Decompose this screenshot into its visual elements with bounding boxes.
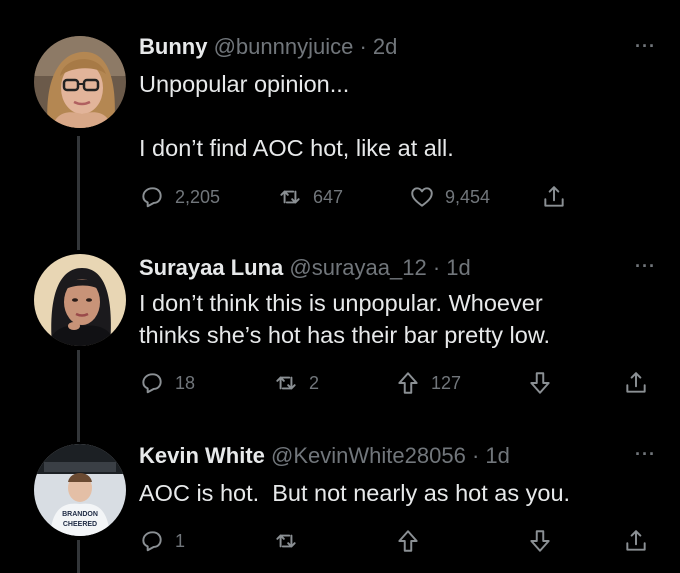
- share-button[interactable]: [623, 368, 649, 398]
- separator-dot: ·: [359, 34, 367, 59]
- tweet-bunny[interactable]: Bunny @bunnnyjuice · 2d ··· Unpopular op…: [0, 0, 680, 240]
- reply-count: 18: [175, 372, 196, 393]
- like-icon: [411, 187, 433, 207]
- tweet-header: Surayaa Luna @surayaa_12 · 1d: [139, 255, 471, 281]
- display-name[interactable]: Kevin White: [139, 443, 265, 468]
- action-bar: 18 2 127: [139, 368, 659, 398]
- share-icon: [626, 530, 646, 551]
- tweet-kevin[interactable]: BRANDON CHEERED Kevin White @KevinWhite2…: [0, 440, 680, 573]
- retweet-icon: [276, 534, 296, 548]
- upvote-button[interactable]: [395, 526, 421, 556]
- user-handle[interactable]: @surayaa_12: [289, 255, 426, 280]
- retweet-icon: [276, 376, 296, 390]
- user-handle[interactable]: @KevinWhite28056: [271, 443, 466, 468]
- action-bar: 2,205 647 9,454: [139, 182, 659, 212]
- downvote-button[interactable]: [527, 368, 553, 398]
- reply-icon: [142, 187, 162, 208]
- downvote-icon: [530, 372, 550, 394]
- display-name[interactable]: Bunny: [139, 34, 207, 59]
- share-icon: [544, 186, 564, 207]
- retweet-button[interactable]: 647: [277, 182, 343, 212]
- avatar[interactable]: [34, 36, 126, 128]
- share-icon: [626, 372, 646, 393]
- more-options-icon[interactable]: ···: [635, 256, 656, 277]
- like-count: 9,454: [445, 186, 491, 207]
- timestamp[interactable]: 1d: [485, 443, 509, 468]
- tweet-text: AOC is hot. But not nearly as hot as you…: [139, 480, 571, 506]
- upvote-icon: [398, 530, 418, 552]
- avatar-shirt-text: BRANDON: [62, 511, 98, 518]
- retweet-count: 2: [309, 372, 320, 393]
- share-button[interactable]: [623, 526, 649, 556]
- retweet-button[interactable]: [273, 526, 299, 556]
- action-bar: 1: [139, 526, 659, 556]
- reply-icon: [142, 373, 162, 394]
- upvote-button[interactable]: 127: [395, 368, 461, 398]
- upvote-count: 127: [431, 372, 462, 393]
- tweet-header: Bunny @bunnnyjuice · 2d: [139, 34, 397, 60]
- more-options-icon[interactable]: ···: [635, 36, 656, 57]
- avatar[interactable]: [34, 254, 126, 346]
- tweet-text: Unpopular opinion... I don’t find AOC ho…: [139, 71, 454, 161]
- tweet-header: Kevin White @KevinWhite28056 · 1d: [139, 443, 510, 469]
- retweet-icon: [280, 190, 300, 204]
- like-button[interactable]: 9,454: [409, 182, 490, 212]
- reply-button[interactable]: 18: [139, 368, 195, 398]
- upvote-icon: [398, 372, 418, 394]
- reply-button[interactable]: 1: [139, 526, 185, 556]
- avatar[interactable]: BRANDON CHEERED: [34, 444, 126, 536]
- timestamp[interactable]: 1d: [446, 255, 470, 280]
- reply-icon: [142, 531, 162, 552]
- retweet-count: 647: [313, 186, 344, 207]
- more-options-icon[interactable]: ···: [635, 444, 656, 465]
- reply-count: 1: [175, 530, 186, 551]
- reply-count: 2,205: [175, 186, 221, 207]
- separator-dot: ·: [471, 443, 480, 468]
- separator-dot: ·: [432, 255, 441, 280]
- timestamp[interactable]: 2d: [373, 34, 397, 59]
- downvote-button[interactable]: [527, 526, 553, 556]
- tweet-text: I don’t think this is unpopular. Whoever…: [139, 290, 551, 348]
- display-name[interactable]: Surayaa Luna: [139, 255, 283, 280]
- user-handle[interactable]: @bunnnyjuice: [214, 34, 354, 59]
- retweet-button[interactable]: 2: [273, 368, 319, 398]
- avatar-shirt-text: CHEERED: [63, 521, 97, 528]
- reply-button[interactable]: 2,205: [139, 182, 220, 212]
- share-button[interactable]: [541, 182, 567, 212]
- tweet-surayaa[interactable]: Surayaa Luna @surayaa_12 · 1d ··· I don’…: [0, 240, 680, 440]
- downvote-icon: [530, 530, 550, 552]
